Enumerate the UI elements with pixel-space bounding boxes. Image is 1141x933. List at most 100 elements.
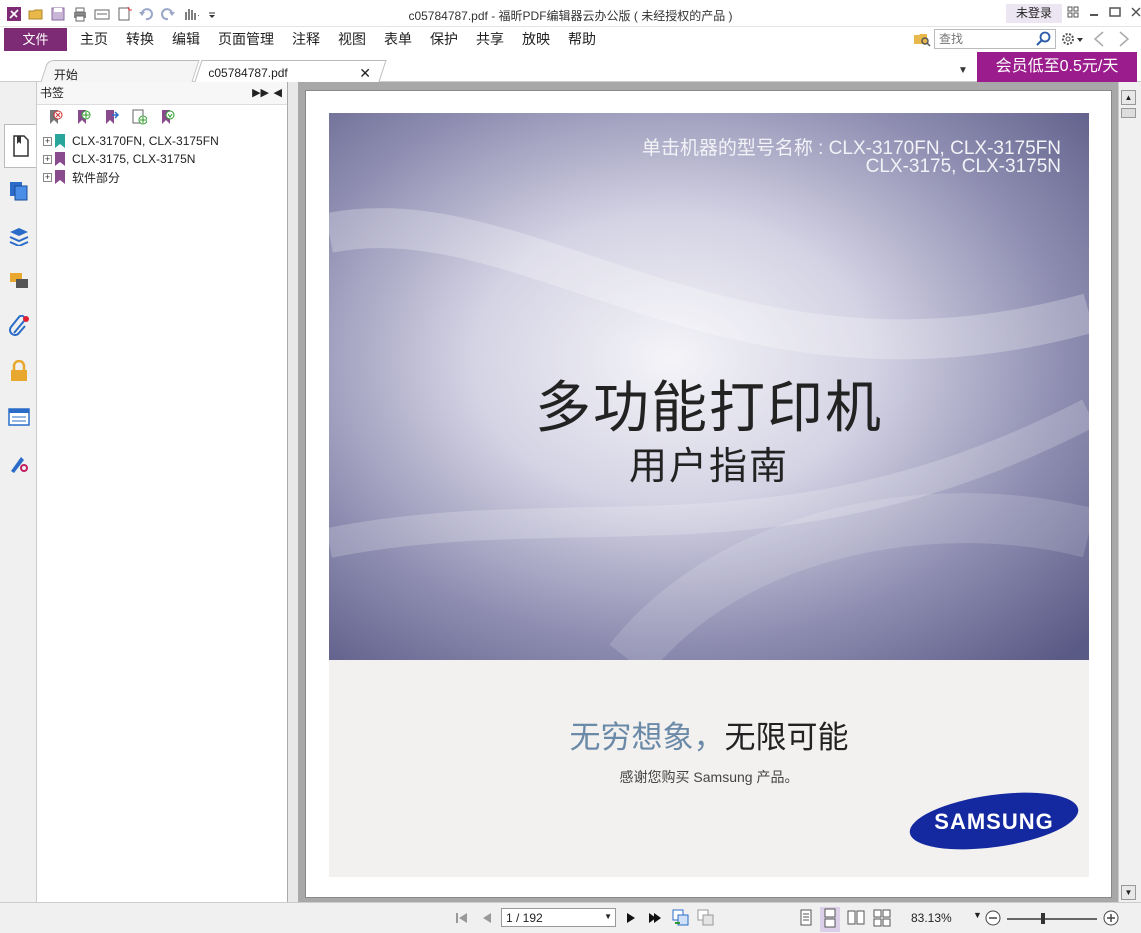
slogan: 无穷想象，无限可能 [329, 712, 1089, 757]
panel-expand-icon[interactable]: ▶▶ [252, 82, 269, 105]
bookmarks-title: 书签 [40, 86, 65, 100]
window-controls [1066, 5, 1141, 19]
menu-home[interactable]: 主页 [80, 30, 108, 48]
nav-back-icon[interactable] [1092, 30, 1106, 51]
pages-panel-icon[interactable] [6, 178, 32, 204]
new-bookmark-page-icon[interactable] [131, 109, 148, 128]
print-icon[interactable] [71, 5, 89, 23]
menu-view[interactable]: 视图 [338, 30, 366, 48]
find-folder-icon[interactable] [913, 30, 931, 51]
vertical-scrollbar[interactable]: ▲ ▼ [1118, 82, 1138, 902]
cover-lower-section: 无穷想象，无限可能 感谢您购买 Samsung 产品。 SAMSUNG [329, 660, 1089, 877]
zoom-out-icon[interactable] [984, 909, 1002, 930]
login-button[interactable]: 未登录 [1006, 4, 1062, 23]
document-tab-bar: 开始 c05784787.pdf ✕ ▼ [0, 51, 1141, 82]
menu-convert[interactable]: 转换 [126, 30, 154, 48]
minimize-icon[interactable] [1087, 5, 1101, 19]
hand-tool-icon[interactable] [181, 5, 199, 23]
signature-panel-icon[interactable] [6, 450, 32, 476]
bookmark-label: CLX-3170FN, CLX-3175FN [72, 134, 219, 148]
bookmark-flag-icon [55, 134, 65, 148]
slogan-part1: 无穷想象， [569, 720, 725, 756]
tab-close-icon[interactable]: ✕ [359, 65, 371, 82]
gear-icon[interactable] [1060, 30, 1088, 51]
next-page-icon[interactable] [624, 910, 638, 929]
close-icon[interactable] [1129, 5, 1141, 19]
status-bar: 1 / 192 ▼ 83.13% ▼ [0, 902, 1141, 933]
menu-slideshow[interactable]: 放映 [522, 30, 550, 48]
zoom-in-icon[interactable] [1102, 909, 1120, 930]
bookmark-options-icon[interactable] [159, 109, 175, 128]
comments-panel-icon[interactable] [6, 268, 32, 294]
slogan-part2: 无限可能 [724, 720, 849, 756]
menu-protect[interactable]: 保护 [430, 30, 458, 48]
menu-edit[interactable]: 编辑 [172, 30, 200, 48]
model-selector-line2[interactable]: CLX-3175, CLX-3175N [866, 156, 1061, 178]
layers-panel-icon[interactable] [6, 222, 32, 248]
next-view-icon[interactable] [697, 909, 715, 930]
file-menu[interactable]: 文件 [4, 28, 67, 51]
attachments-panel-icon[interactable] [6, 313, 32, 339]
panel-collapse-icon[interactable]: ◀ [274, 82, 282, 105]
nav-forward-icon[interactable] [1117, 30, 1131, 51]
open-icon[interactable] [27, 5, 45, 23]
scroll-up-icon[interactable]: ▲ [1121, 90, 1136, 105]
last-page-icon[interactable] [647, 910, 663, 929]
expand-toggle-icon[interactable]: + [43, 172, 52, 182]
new-icon[interactable] [115, 5, 133, 23]
first-page-icon[interactable] [454, 910, 470, 929]
restore-ribbon-icon[interactable] [1066, 5, 1080, 19]
search-icon[interactable] [1036, 31, 1052, 50]
panel-splitter[interactable] [288, 82, 298, 902]
customize-dropdown-icon[interactable] [203, 5, 221, 23]
scroll-down-icon[interactable]: ▼ [1121, 885, 1136, 900]
menu-comment[interactable]: 注释 [292, 30, 320, 48]
previous-view-icon[interactable] [672, 909, 690, 930]
add-bookmark-icon[interactable] [75, 109, 91, 128]
document-viewer[interactable]: 单击机器的型号名称 : CLX-3170FN, CLX-3175FN CLX-3… [298, 82, 1118, 902]
maximize-icon[interactable] [1108, 5, 1122, 19]
vip-promo-banner[interactable]: 会员低至0.5元/天 [977, 52, 1137, 82]
bookmarks-panel-icon[interactable] [4, 124, 36, 168]
facing-view-icon[interactable] [847, 909, 865, 930]
add-child-bookmark-icon[interactable] [103, 109, 120, 128]
single-page-view-icon[interactable] [798, 909, 814, 930]
expand-toggle-icon[interactable]: + [43, 154, 52, 164]
menu-share[interactable]: 共享 [476, 30, 504, 48]
save-icon[interactable] [49, 5, 67, 23]
tab-list-dropdown-icon[interactable]: ▼ [958, 65, 968, 76]
document-title: 多功能打印机 [535, 376, 883, 441]
svg-text:SAMSUNG: SAMSUNG [934, 809, 1053, 834]
bookmarks-header: 书签 ▶▶ ◀ [37, 82, 287, 105]
zoom-slider-track[interactable] [1007, 918, 1097, 920]
security-lock-icon[interactable] [6, 358, 32, 384]
redo-icon[interactable] [159, 5, 177, 23]
delete-bookmark-icon[interactable] [47, 109, 63, 128]
tab-start[interactable]: 开始 [40, 60, 200, 82]
menu-bar: 文件 主页 转换 编辑 页面管理 注释 视图 表单 保护 共享 放映 帮助 [0, 27, 1141, 51]
page-dropdown-icon[interactable]: ▼ [604, 912, 612, 921]
bookmark-item[interactable]: + CLX-3175, CLX-3175N [37, 150, 287, 168]
zoom-dropdown-icon[interactable]: ▼ [973, 910, 982, 920]
bookmark-label: CLX-3175, CLX-3175N [72, 152, 196, 166]
previous-page-icon[interactable] [480, 910, 494, 929]
app-logo-icon[interactable] [5, 5, 23, 23]
menu-page-management[interactable]: 页面管理 [218, 30, 274, 48]
zoom-slider-handle[interactable] [1041, 913, 1045, 924]
scroll-thumb[interactable] [1121, 108, 1136, 118]
tab-document[interactable]: c05784787.pdf ✕ [194, 60, 387, 82]
menu-help[interactable]: 帮助 [568, 30, 596, 48]
expand-toggle-icon[interactable]: + [43, 136, 52, 146]
bookmark-flag-icon [55, 152, 65, 166]
tab-document-label: c05784787.pdf [208, 66, 288, 80]
zoom-level[interactable]: 83.13% [911, 911, 952, 925]
continuous-view-icon[interactable] [820, 907, 840, 932]
bookmark-item[interactable]: + CLX-3170FN, CLX-3175FN [37, 132, 287, 150]
page-number-input[interactable]: 1 / 192 ▼ [501, 908, 616, 927]
menu-form[interactable]: 表单 [384, 30, 412, 48]
content-panel-icon[interactable] [6, 404, 32, 430]
undo-icon[interactable] [137, 5, 155, 23]
scan-icon[interactable] [93, 5, 111, 23]
continuous-facing-view-icon[interactable] [873, 909, 891, 930]
bookmark-item[interactable]: + 软件部分 [37, 168, 287, 186]
